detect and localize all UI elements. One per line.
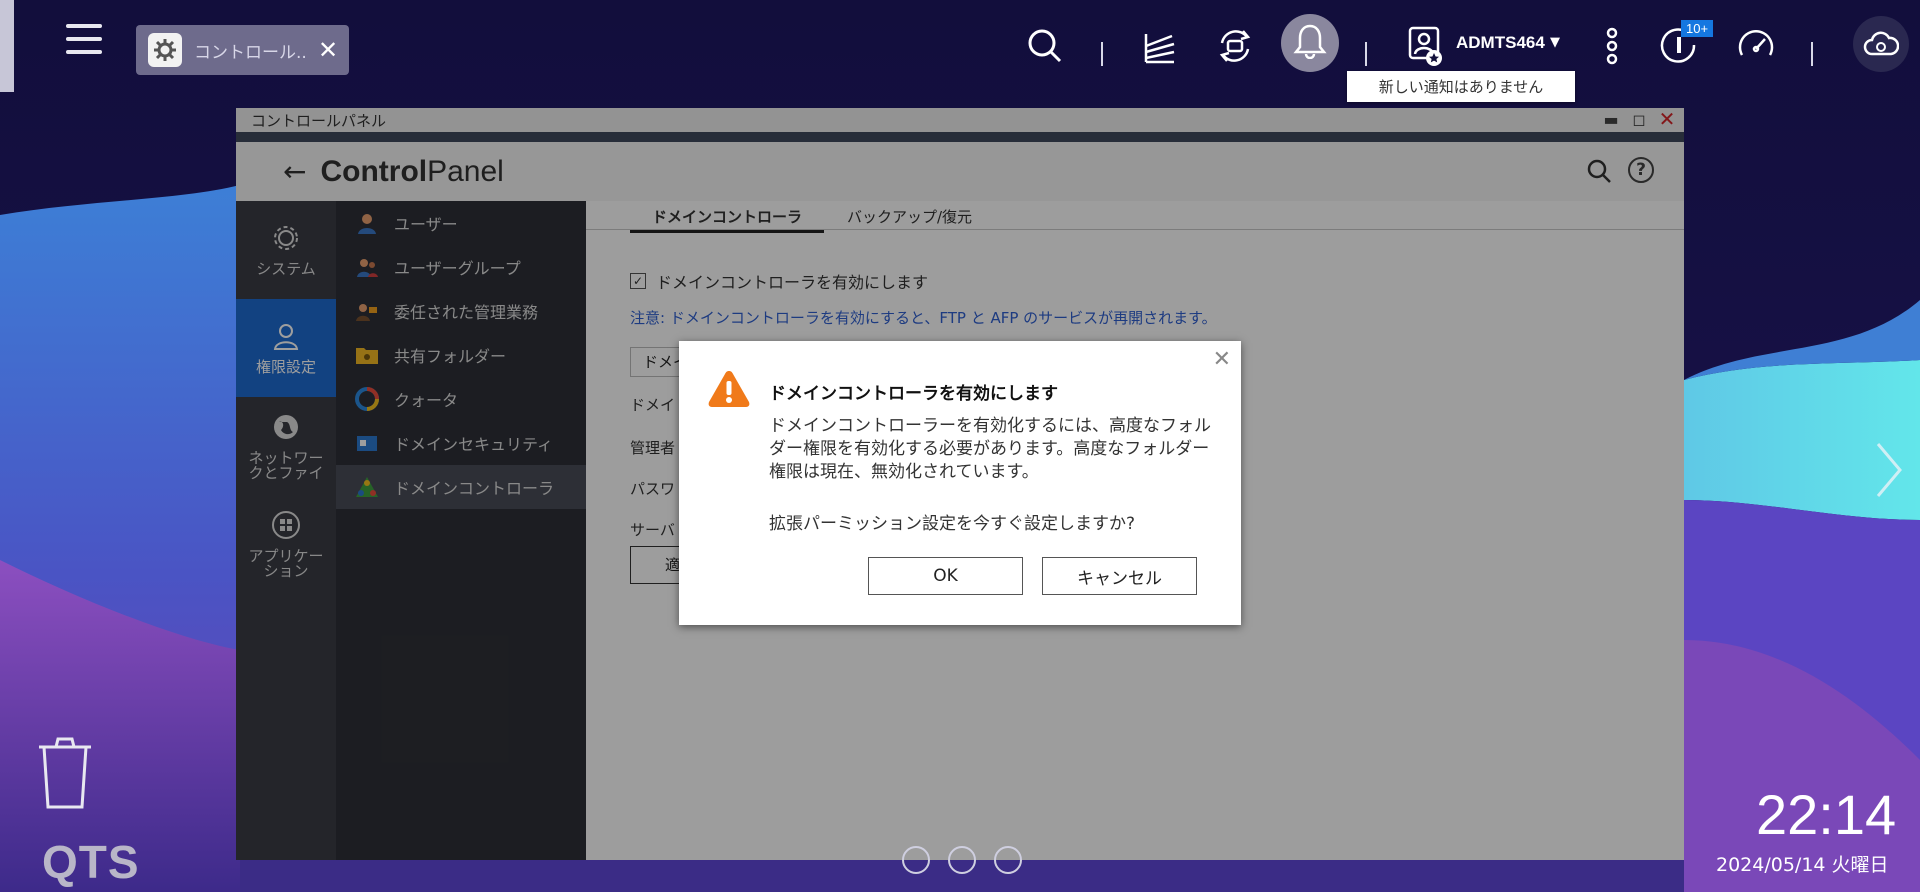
cancel-button[interactable]: キャンセル bbox=[1042, 557, 1197, 595]
background-tasks-icon[interactable] bbox=[1136, 22, 1184, 70]
more-options-icon[interactable] bbox=[1588, 22, 1636, 70]
cloud-sync-icon[interactable] bbox=[1853, 16, 1909, 72]
warning-icon bbox=[707, 369, 751, 413]
main-menu-button[interactable] bbox=[66, 24, 102, 62]
divider bbox=[1101, 42, 1103, 66]
bottom-dock bbox=[902, 846, 1022, 874]
bell-icon bbox=[1293, 23, 1327, 63]
divider bbox=[1811, 42, 1813, 66]
dock-icon[interactable] bbox=[948, 846, 976, 874]
chevron-down-icon[interactable]: ▼ bbox=[1550, 35, 1560, 50]
qts-brand: QTS bbox=[42, 836, 140, 888]
clock-time: 22:14 bbox=[1756, 783, 1897, 846]
hamburger-line bbox=[66, 50, 102, 54]
notification-tooltip: 新しい通知はありません bbox=[1347, 71, 1575, 102]
hamburger-line bbox=[66, 37, 102, 41]
open-app-tab[interactable]: コントロール... ✕ bbox=[136, 25, 349, 75]
dock-icon[interactable] bbox=[994, 846, 1022, 874]
ok-button[interactable]: OK bbox=[868, 557, 1023, 595]
close-icon[interactable]: ✕ bbox=[1213, 347, 1231, 372]
sync-icon[interactable] bbox=[1211, 22, 1259, 70]
user-account-icon[interactable] bbox=[1400, 22, 1448, 70]
trash-icon[interactable] bbox=[36, 735, 94, 815]
search-icon[interactable] bbox=[1021, 22, 1069, 70]
notification-bell-button[interactable] bbox=[1281, 14, 1339, 72]
dock-icon[interactable] bbox=[902, 846, 930, 874]
resource-monitor-icon[interactable] bbox=[1732, 22, 1780, 70]
hamburger-line bbox=[66, 24, 102, 28]
dialog-message: ドメインコントローラーを有効化するには、高度なフォルダー権限を有効化する必要があ… bbox=[769, 416, 1211, 482]
dialog-question: 拡張パーミッション設定を今すぐ設定しますか? bbox=[769, 514, 1136, 534]
top-taskbar: コントロール... ✕ ADMTS464 ▼ 10+ 新しい通知はありません bbox=[0, 0, 1920, 102]
close-app-tab-icon[interactable]: ✕ bbox=[318, 36, 338, 64]
notification-count-badge: 10+ bbox=[1681, 20, 1714, 37]
dialog-title: ドメインコントローラを有効にします bbox=[769, 384, 1058, 404]
chevron-right-icon[interactable] bbox=[1874, 440, 1904, 504]
confirm-dialog: ✕ ドメインコントローラを有効にします ドメインコントローラーを有効化するには、… bbox=[679, 341, 1241, 625]
control-panel-app-icon bbox=[148, 33, 182, 67]
open-app-label: コントロール... bbox=[194, 42, 308, 63]
user-name[interactable]: ADMTS464 bbox=[1456, 33, 1545, 53]
divider bbox=[1365, 42, 1367, 66]
clock-date: 2024/05/14 火曜日 bbox=[1716, 854, 1889, 876]
